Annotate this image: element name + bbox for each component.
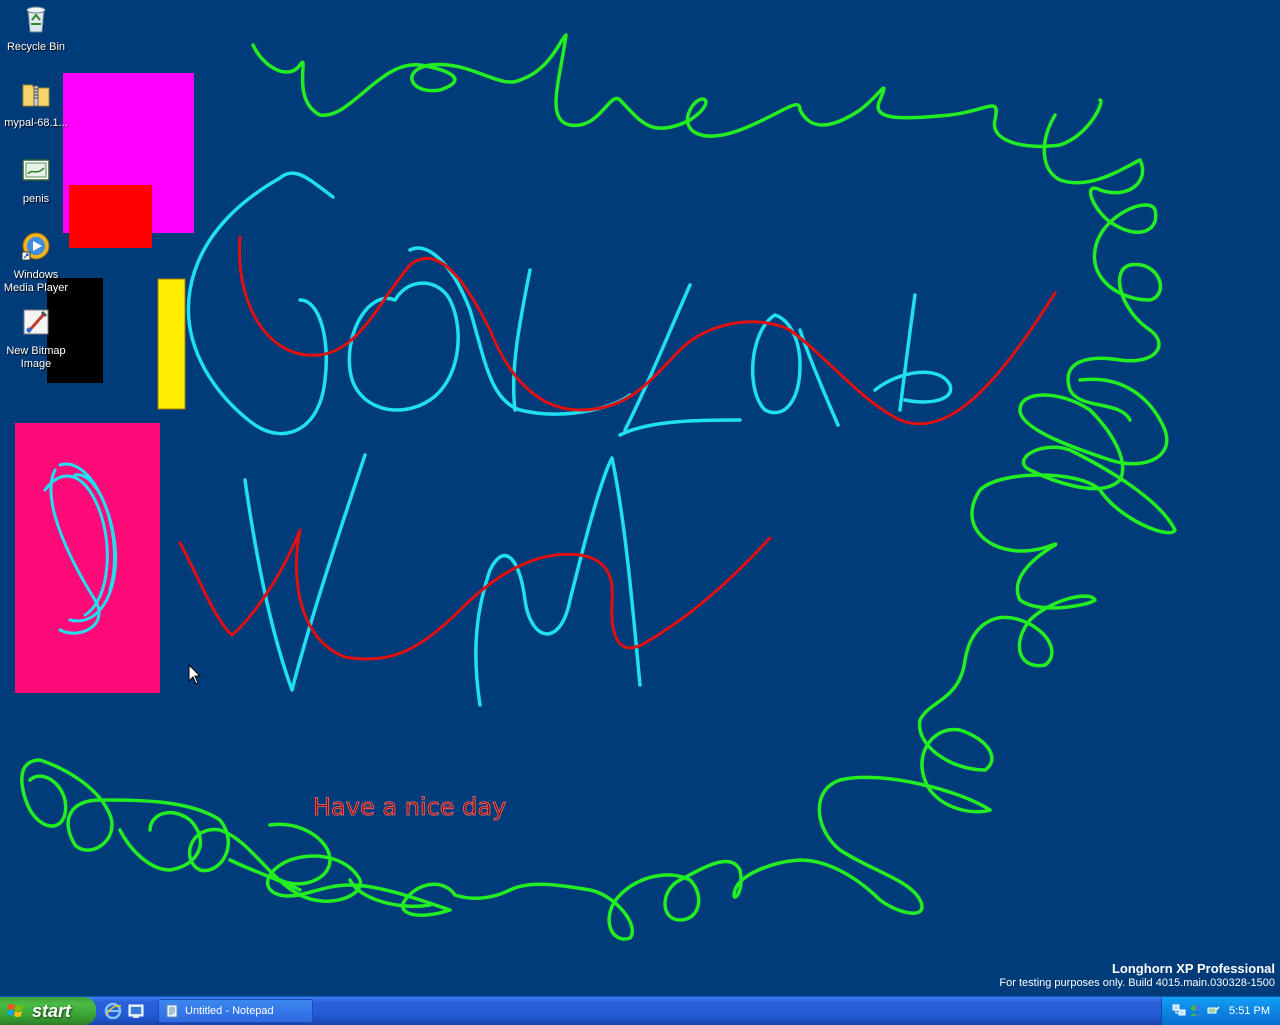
show-desktop-icon[interactable] (127, 1002, 145, 1020)
system-tray: 5:51 PM (1161, 997, 1280, 1025)
desktop-icon-label: mypal-68.1... (4, 117, 68, 129)
windows-media-player-icon (21, 232, 50, 261)
cyan-writing (186, 171, 953, 707)
msn-messenger-icon[interactable] (1189, 1003, 1203, 1017)
internet-explorer-icon[interactable] (104, 1002, 122, 1020)
taskbar-button-notepad[interactable]: Untitled - Notepad (158, 999, 313, 1023)
recycle-bin-icon (26, 6, 46, 33)
zip-folder-icon (22, 84, 50, 107)
desktop-icon-penis[interactable]: penis (0, 154, 72, 206)
windows-logo-icon (7, 1004, 23, 1017)
taskbar-button-label: Untitled - Notepad (185, 1005, 274, 1017)
desktop-icon-label: New Bitmap Image (6, 345, 66, 370)
pink-rectangle (15, 423, 160, 693)
paint-bitmap-icon (23, 309, 49, 335)
have-a-nice-day-text: Have a nice day (313, 793, 506, 821)
build-watermark: Longhorn XP Professional For testing pur… (999, 962, 1275, 990)
desktop-icon-recycle-bin[interactable]: Recycle Bin (0, 2, 72, 54)
network-icon[interactable] (1172, 1003, 1186, 1017)
build-label: For testing purposes only. Build 4015.ma… (999, 977, 1275, 989)
desktop-icon-mypal[interactable]: mypal-68.1... (0, 78, 72, 130)
safely-remove-icon[interactable] (1206, 1003, 1220, 1017)
desktop-icon-windows-media-player[interactable]: Windows Media Player (0, 230, 72, 295)
start-button[interactable]: start (0, 997, 96, 1025)
desktop-icon-label: Recycle Bin (6, 41, 66, 53)
notepad-icon (166, 1004, 178, 1018)
desktop-icon-label: Windows Media Player (3, 269, 69, 294)
mouse-cursor-icon (188, 664, 202, 685)
image-file-icon (22, 159, 50, 181)
red-rectangle (69, 185, 152, 248)
yellow-rectangle (157, 278, 186, 410)
desktop: Have a nice day Recycle Bin mypal-68.1..… (0, 0, 1280, 996)
red-writing (178, 235, 1057, 661)
edition-label: Longhorn XP Professional (1111, 961, 1275, 976)
desktop-icon-label: penis (22, 193, 50, 205)
green-border-squiggle (20, 33, 1177, 941)
desktop-icon-new-bitmap-image[interactable]: New Bitmap Image (0, 306, 72, 371)
start-label: start (32, 1001, 72, 1021)
paint-drawing: Have a nice day (15, 33, 1177, 941)
clock[interactable]: 5:51 PM (1229, 997, 1270, 1025)
taskbar: start Untitled - Notepad 5:51 PM (0, 996, 1280, 1025)
